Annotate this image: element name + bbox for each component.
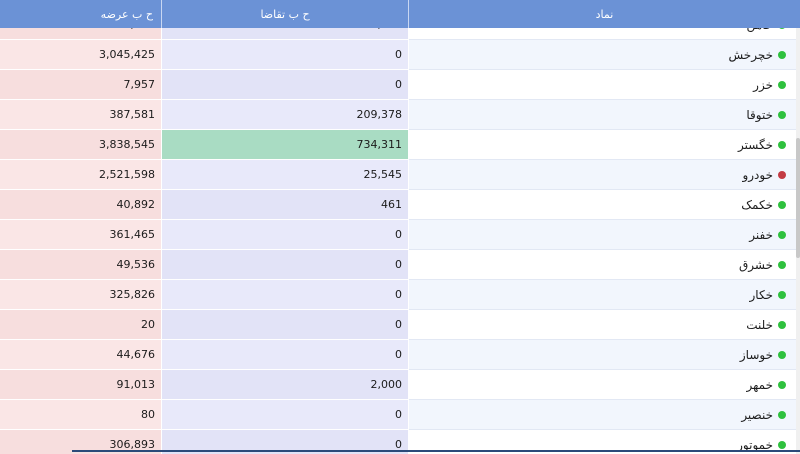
symbol-cell[interactable]: خزر	[409, 70, 800, 100]
demand-volume-cell: 461	[162, 190, 409, 220]
status-dot-icon	[778, 170, 786, 179]
demand-volume-cell: 2,000	[162, 370, 409, 400]
market-table: ح ب عرضه ح ب تقاضا نماد 36,6664,000خاهن3…	[0, 0, 800, 454]
symbol-cell[interactable]: خکار	[409, 280, 800, 310]
offer-volume-cell: 3,045,425	[0, 40, 162, 70]
table-row[interactable]: 44,676 0 خوساز	[0, 340, 800, 370]
symbol-cell[interactable]: خکمک	[409, 190, 800, 220]
symbol-label: خکار	[749, 287, 774, 302]
status-dot-icon	[778, 320, 786, 329]
column-header-symbol[interactable]: نماد	[409, 0, 800, 28]
status-dot-icon	[778, 290, 786, 299]
symbol-label: خزر	[753, 77, 773, 92]
status-dot-icon	[778, 50, 786, 59]
symbol-label: خشرق	[738, 257, 773, 272]
symbol-cell[interactable]: خاهن	[409, 28, 800, 40]
demand-volume-cell: 0	[162, 250, 409, 280]
table-row[interactable]: 7,957 0 خزر	[0, 70, 800, 100]
table-row[interactable]: 91,013 2,000 خمهر	[0, 370, 800, 400]
status-dot-icon	[778, 260, 786, 269]
status-dot-icon	[778, 410, 786, 419]
table-row[interactable]: 2,521,598 25,545 خودرو	[0, 160, 800, 190]
demand-volume-cell: 4,000	[162, 28, 409, 40]
offer-volume-cell: 40,892	[0, 190, 162, 220]
status-dot-icon	[778, 140, 786, 149]
symbol-cell[interactable]: خمهر	[409, 370, 800, 400]
offer-volume-cell: 49,536	[0, 250, 162, 280]
symbol-label: ختوقا	[746, 107, 773, 122]
demand-volume-cell: 25,545	[162, 160, 409, 190]
symbol-cell[interactable]: ختوقا	[409, 100, 800, 130]
status-dot-icon	[778, 440, 786, 449]
symbol-cell[interactable]: خچرخش	[409, 40, 800, 70]
table-body[interactable]: 36,6664,000خاهن3,045,4250خچرخش7,9570خزر3…	[0, 28, 800, 454]
demand-volume-cell: 0	[162, 400, 409, 430]
offer-volume-cell: 361,465	[0, 220, 162, 250]
offer-volume-cell: 325,826	[0, 280, 162, 310]
offer-volume-cell: 44,676	[0, 340, 162, 370]
symbol-label: خچرخش	[728, 47, 773, 62]
demand-volume-cell: 0	[162, 310, 409, 340]
table-row[interactable]: 20 0 خلنت	[0, 310, 800, 340]
symbol-label: خمهر	[746, 377, 773, 392]
offer-volume-cell: 2,521,598	[0, 160, 162, 190]
status-dot-icon	[778, 230, 786, 239]
table-row[interactable]: 49,536 0 خشرق	[0, 250, 800, 280]
symbol-cell[interactable]: خلنت	[409, 310, 800, 340]
status-dot-icon	[778, 110, 786, 119]
offer-volume-cell: 80	[0, 400, 162, 430]
demand-volume-cell: 0	[162, 340, 409, 370]
offer-volume-cell: 20	[0, 310, 162, 340]
status-dot-icon	[778, 380, 786, 389]
table-row[interactable]: 80 0 خنصیر	[0, 400, 800, 430]
symbol-label: خاهن	[746, 28, 773, 32]
demand-volume-cell: 0	[162, 40, 409, 70]
table-row[interactable]: 325,826 0 خکار	[0, 280, 800, 310]
demand-volume-cell: 734,311	[162, 130, 409, 160]
demand-volume-cell: 0	[162, 70, 409, 100]
symbol-cell[interactable]: خگستر	[409, 130, 800, 160]
offer-volume-cell: 36,666	[0, 28, 162, 40]
demand-volume-cell: 209,378	[162, 100, 409, 130]
table-row[interactable]: 3,838,545 734,311 خگستر	[0, 130, 800, 160]
table-row[interactable]: 361,465 0 خفنر	[0, 220, 800, 250]
symbol-label: خفنر	[749, 227, 773, 242]
offer-volume-cell: 3,838,545	[0, 130, 162, 160]
status-dot-icon	[778, 200, 786, 209]
table-row[interactable]: 3,045,425 0 خچرخش	[0, 40, 800, 70]
symbol-cell[interactable]: خنصیر	[409, 400, 800, 430]
symbol-cell[interactable]: خودرو	[409, 160, 800, 190]
symbol-cell[interactable]: خشرق	[409, 250, 800, 280]
status-dot-icon	[778, 28, 786, 29]
symbol-label: خکمک	[741, 197, 773, 212]
table-rows: 36,6664,000خاهن3,045,4250خچرخش7,9570خزر3…	[0, 28, 800, 454]
symbol-label: خنصیر	[741, 407, 773, 422]
column-header-offer-volume[interactable]: ح ب عرضه	[0, 0, 162, 28]
scrollbar-thumb[interactable]	[796, 138, 800, 258]
symbol-label: خلنت	[746, 317, 773, 332]
symbol-label: خوساز	[739, 347, 773, 362]
table-header: ح ب عرضه ح ب تقاضا نماد	[0, 0, 800, 28]
table-row[interactable]: 387,581 209,378 ختوقا	[0, 100, 800, 130]
status-dot-icon	[778, 80, 786, 89]
vertical-scrollbar[interactable]	[796, 28, 800, 454]
column-header-demand-volume[interactable]: ح ب تقاضا	[162, 0, 409, 28]
offer-volume-cell: 387,581	[0, 100, 162, 130]
symbol-label: خگستر	[738, 137, 773, 152]
offer-volume-cell: 91,013	[0, 370, 162, 400]
table-row[interactable]: 36,6664,000 خاهن	[0, 28, 800, 40]
focus-border-line	[72, 450, 800, 452]
status-dot-icon	[778, 350, 786, 359]
table-row[interactable]: 40,892 461 خکمک	[0, 190, 800, 220]
symbol-label: خودرو	[742, 167, 773, 182]
offer-volume-cell: 7,957	[0, 70, 162, 100]
demand-volume-cell: 0	[162, 220, 409, 250]
symbol-cell[interactable]: خفنر	[409, 220, 800, 250]
symbol-cell[interactable]: خوساز	[409, 340, 800, 370]
demand-volume-cell: 0	[162, 280, 409, 310]
